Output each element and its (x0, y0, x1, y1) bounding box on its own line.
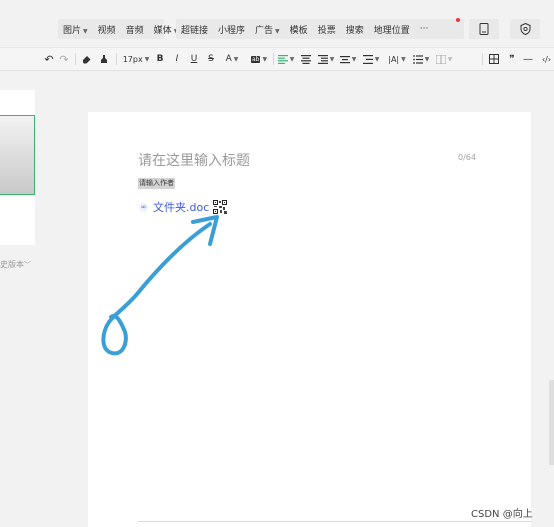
bullet-list-icon (412, 54, 423, 64)
chevron-down-icon: ﹀ (24, 261, 31, 269)
background-color-button[interactable]: ab ▼ (248, 52, 270, 66)
align-center-button[interactable] (299, 52, 313, 66)
chevron-down-icon: ▼ (374, 55, 380, 63)
menu-item-label: 图片 (63, 25, 82, 36)
quote-button[interactable]: ❞ (506, 52, 518, 66)
font-color-button[interactable]: A ▼ (223, 52, 241, 66)
menu-item-label: 搜索 (345, 25, 364, 36)
menu-item-insert-4[interactable]: 投票 (313, 23, 341, 36)
font-color-label: A (225, 54, 232, 64)
clear-format-button[interactable] (97, 52, 111, 66)
strikethrough-button[interactable]: S (206, 52, 216, 66)
toolbar-separator (116, 53, 117, 65)
history-versions-label: 史版本 (0, 260, 24, 269)
bottom-divider (138, 521, 531, 522)
line-spacing-button[interactable]: ▼ (339, 52, 357, 66)
column-layout-icon (435, 54, 446, 64)
menu-item-insert-6[interactable]: 地理位置 (369, 23, 415, 36)
insert-menu-group: 超链接 小程序 广告 ▼ 模板 投票 搜索 地理位置 ··· (176, 19, 464, 39)
phone-icon (479, 23, 489, 35)
menu-item-label: 媒体 (153, 25, 172, 36)
menu-item-label: 视频 (97, 25, 116, 36)
chevron-down-icon: ▼ (83, 27, 88, 35)
toolbar-separator (273, 53, 274, 65)
menu-item-label: 模板 (289, 25, 308, 36)
chevron-down-icon: ▼ (424, 55, 430, 63)
indent-icon (317, 54, 328, 64)
toolbar-separator (482, 53, 483, 65)
media-menu-group: 图片▼ 视频音频媒体 ▼ (58, 19, 178, 39)
paragraph-spacing-button[interactable]: ▼ (362, 52, 380, 66)
bold-button[interactable]: B (155, 52, 165, 66)
redo-button[interactable]: ↷ (58, 52, 70, 66)
underline-button[interactable]: U (189, 52, 199, 66)
eraser-icon (83, 56, 91, 64)
chevron-down-icon: ▼ (329, 55, 335, 63)
letter-spacing-button[interactable]: |A| ▼ (386, 52, 408, 66)
menu-item-insert-5[interactable]: 搜索 (341, 23, 369, 36)
chevron-down-icon: ▼ (275, 27, 280, 35)
format-toolbar: ↶ ↷ 17px ▼ B I U S A ▼ ab ▼ ▼ ▼ ▼ ▼ |A| … (0, 47, 554, 71)
author-input[interactable]: 请输入作者 (138, 178, 175, 189)
brush-icon (101, 55, 107, 63)
divider-button[interactable]: — (522, 52, 534, 66)
format-painter-button[interactable] (80, 52, 94, 66)
toolbar-separator (75, 53, 76, 65)
article-thumbnail[interactable] (0, 115, 35, 195)
chevron-down-icon: ▼ (262, 55, 268, 63)
line-spacing-icon (339, 55, 350, 63)
font-size-select[interactable]: 17px ▼ (121, 52, 151, 66)
background-color-label: ab (250, 55, 261, 63)
list-button[interactable]: ▼ (412, 52, 430, 66)
watermark: CSDN @向上 (471, 509, 533, 520)
menu-item-media-0[interactable]: 图片 ▼ (58, 23, 93, 36)
align-left-icon (277, 54, 288, 64)
menu-item-label: 投票 (317, 25, 336, 36)
menu-item-label: 小程序 (218, 25, 246, 36)
menu-item-label: 地理位置 (373, 25, 410, 36)
chevron-down-icon: ▼ (401, 55, 406, 63)
menu-item-insert-3[interactable]: 模板 (285, 23, 313, 36)
font-size-value: 17px (122, 54, 143, 64)
menu-item-label: 音频 (125, 25, 144, 36)
chevron-down-icon: ▼ (289, 55, 295, 63)
title-char-counter: 0/64 (458, 153, 476, 162)
menu-item-label: ··· (419, 24, 429, 34)
preview-phone-button[interactable] (469, 19, 499, 39)
menu-item-insert-0[interactable]: 超链接 (176, 23, 213, 36)
annotation-arrow-icon (101, 215, 219, 356)
chevron-down-icon: ▼ (144, 55, 150, 63)
align-center-icon (301, 54, 311, 64)
chevron-down-icon: ▼ (447, 55, 453, 63)
chevron-down-icon: ▼ (351, 55, 357, 63)
column-layout-button[interactable]: ▼ (435, 52, 453, 66)
menu-item-label: 超链接 (181, 25, 209, 36)
shield-icon (520, 23, 530, 35)
menu-item-insert-1[interactable]: 小程序 (213, 23, 250, 36)
menu-item-media-1[interactable]: 视频 (93, 23, 121, 36)
letter-spacing-icon: |A| (388, 54, 400, 64)
table-button[interactable] (487, 52, 501, 66)
indent-button[interactable]: ▼ (317, 52, 335, 66)
menu-item-insert-2[interactable]: 广告 ▼ (250, 23, 285, 36)
side-panel-edge (549, 380, 554, 465)
paragraph-spacing-icon (362, 54, 373, 64)
align-left-button[interactable]: ▼ (277, 52, 295, 66)
menu-item-media-2[interactable]: 音频 (121, 23, 149, 36)
table-icon (489, 54, 499, 64)
insert-toolbar: 图片▼视频音频媒体▼ 超链接小程序广告▼模板投票搜索地理位置··· (0, 0, 554, 47)
notification-dot (456, 18, 460, 22)
chevron-down-icon: ▼ (233, 55, 239, 63)
menu-item-label: 广告 (255, 25, 274, 36)
code-button[interactable]: ‹/› (539, 52, 554, 66)
security-button[interactable] (510, 19, 540, 39)
title-input[interactable]: 请在这里输入标题 (138, 150, 250, 170)
menu-item-insert-7[interactable]: ··· (415, 24, 434, 34)
history-versions-link[interactable]: 史版本﹀ (0, 259, 31, 270)
italic-button[interactable]: I (172, 52, 182, 66)
undo-button[interactable]: ↶ (43, 52, 55, 66)
